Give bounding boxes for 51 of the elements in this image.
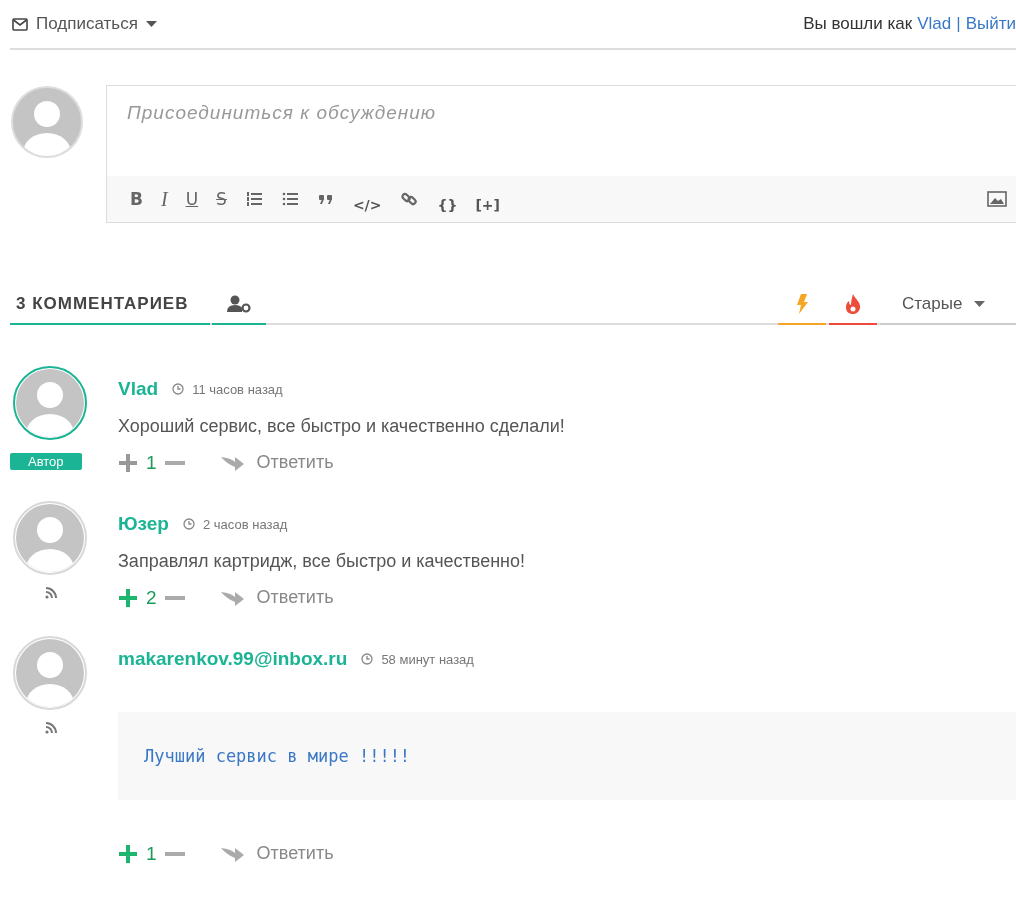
image-icon[interactable]	[987, 191, 1007, 207]
clock-icon	[172, 383, 185, 395]
bullet-list-icon[interactable]	[281, 191, 298, 207]
caret-icon	[974, 301, 986, 307]
bold-button[interactable]: B	[121, 189, 152, 209]
format-button[interactable]: {}	[428, 197, 467, 213]
upvote-icon[interactable]	[118, 843, 138, 864]
comment-editor[interactable]: Присоединиться к обсуждению B I U S </> {} [+]	[106, 85, 1016, 223]
comment-time: 58 минут назад	[381, 651, 474, 667]
subscribe-button[interactable]: Подписаться	[10, 14, 157, 34]
strike-button[interactable]: S	[207, 189, 236, 209]
separator: |	[956, 14, 961, 34]
downvote-icon[interactable]	[164, 595, 185, 600]
sort-dropdown[interactable]: Старые	[880, 285, 1016, 325]
vote-count: 1	[146, 451, 157, 474]
comment-time: 2 часов назад	[202, 516, 288, 532]
comment-field[interactable]: Присоединиться к обсуждению	[107, 86, 1016, 176]
format-button[interactable]: [+]	[466, 197, 509, 213]
link-icon[interactable]	[400, 190, 419, 208]
reply-button[interactable]: Ответить	[214, 842, 340, 865]
rss-icon[interactable]	[44, 721, 58, 735]
quote-icon[interactable]	[317, 192, 334, 206]
code-text: Лучший сервис в мире !!!!!	[144, 746, 411, 766]
comment-time: 11 часов назад	[192, 381, 283, 397]
downvote-icon[interactable]	[164, 460, 185, 465]
rss-icon[interactable]	[44, 586, 58, 600]
author-badge: Автор	[10, 453, 82, 470]
vote-count: 1	[146, 842, 157, 865]
italic-button[interactable]: I	[151, 187, 177, 211]
comment-text: Заправлял картридж, все быстро и качественно!	[118, 551, 527, 572]
format-button[interactable]: </>	[343, 197, 391, 213]
clock-icon	[182, 518, 195, 530]
underline-button[interactable]: U	[176, 189, 208, 209]
upvote-icon[interactable]	[118, 587, 138, 608]
envelope-icon	[12, 17, 28, 31]
user-link[interactable]: Vlad	[917, 14, 952, 34]
comments-count-tab[interactable]: 3 КОММЕНТАРИЕВ	[10, 285, 211, 325]
vote-count: 2	[146, 586, 157, 609]
reply-button[interactable]: Ответить	[214, 451, 340, 474]
caret-icon	[145, 21, 157, 27]
comment-text: Хороший сервис, все быстро и качественно сделали!	[118, 416, 566, 437]
downvote-icon[interactable]	[164, 851, 185, 856]
numbered-list-icon[interactable]	[245, 191, 262, 207]
flame-icon	[845, 294, 861, 314]
reply-button[interactable]: Ответить	[214, 586, 340, 609]
lightning-icon	[796, 294, 808, 314]
logout-link[interactable]: Выйти	[965, 14, 1016, 34]
upvote-icon[interactable]	[118, 452, 138, 473]
clock-icon	[361, 653, 374, 665]
avatar-icon	[10, 85, 84, 159]
login-text: Вы вошли как	[803, 14, 913, 34]
